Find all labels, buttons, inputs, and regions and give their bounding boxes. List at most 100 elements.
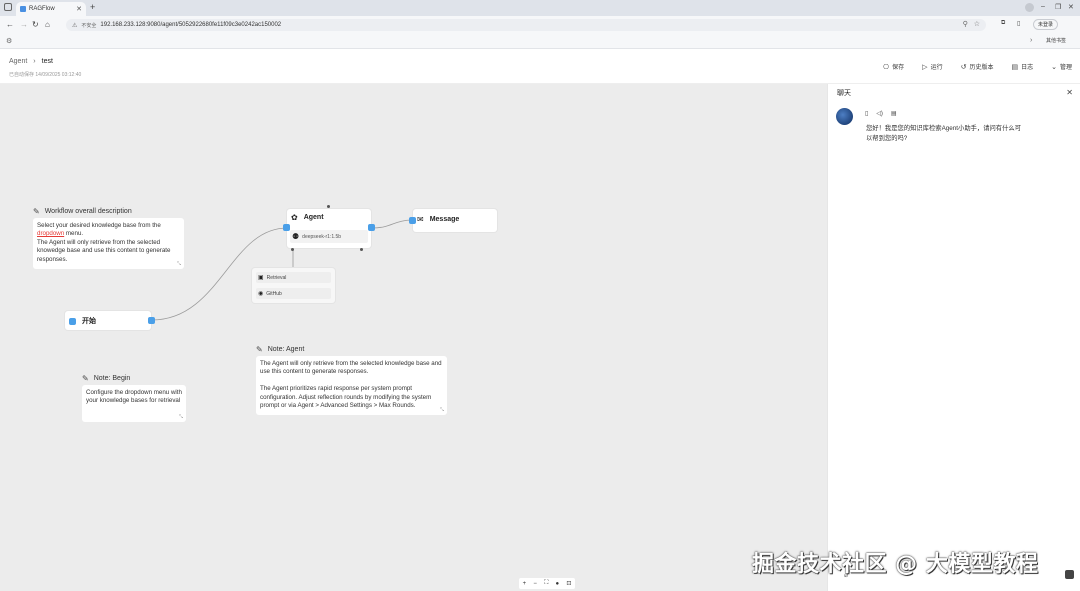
workflow-canvas[interactable]: ✎ Workflow overall description Select yo… xyxy=(0,84,827,591)
agent-node[interactable]: ✿ Agent ⚉ deepseek-r1:1.5b xyxy=(283,205,375,251)
autosave-status: 已自动保存 14/09/2025 03:12:40 xyxy=(9,72,82,78)
new-tab-button[interactable]: + xyxy=(90,2,95,12)
note-begin-title: Note: Begin xyxy=(93,374,131,382)
message-node-title: Message xyxy=(429,216,460,223)
minimize-icon[interactable]: – xyxy=(1041,3,1045,10)
close-icon[interactable]: ✕ xyxy=(1066,88,1073,97)
note-workflow-line1: Select your desired knowledge base from … xyxy=(37,222,161,229)
message-node[interactable]: ✉ Message xyxy=(409,209,497,232)
back-icon[interactable]: ← xyxy=(6,20,14,29)
chat-title: 聊天 xyxy=(837,90,851,97)
note-icon: ✎ xyxy=(82,373,89,383)
tool-retrieval[interactable]: ▣ Retrieval xyxy=(256,272,331,283)
model-icon: ⚉ xyxy=(292,232,300,241)
begin-icon xyxy=(69,317,76,325)
extensions-icon[interactable]: ⧉ xyxy=(1001,20,1005,27)
note-add-icon[interactable]: ⊡ xyxy=(566,580,571,587)
log-label: 日志 xyxy=(1021,65,1034,71)
note-agent-title: Note: Agent xyxy=(267,345,305,353)
bookmark-apps-icon[interactable]: ⚙ xyxy=(6,37,12,45)
window-close-icon[interactable]: ✕ xyxy=(1068,3,1074,11)
note-begin[interactable]: ✎ Note: Begin Configure the dropdown men… xyxy=(82,371,186,422)
sidebar-icon[interactable]: ▯ xyxy=(1017,20,1020,27)
send-button[interactable] xyxy=(1065,570,1074,579)
login-button[interactable]: 未登录 xyxy=(1033,19,1059,30)
document-icon[interactable]: ▤ xyxy=(891,110,897,117)
note-agent-p1: The Agent will only retrieve from the se… xyxy=(260,360,442,376)
edges-layer xyxy=(151,219,414,321)
begin-node-title: 开始 xyxy=(82,318,96,325)
tab-close-icon[interactable]: ✕ xyxy=(76,5,82,13)
note-begin-header: ✎ Note: Begin xyxy=(82,371,186,385)
url-field[interactable]: ⚠ 不安全 192.168.233.128:9080/agent/5052922… xyxy=(66,19,986,31)
copy-icon[interactable]: ▯ xyxy=(865,110,868,117)
agent-bottom-left-handle[interactable] xyxy=(291,248,294,251)
note-workflow[interactable]: ✎ Workflow overall description Select yo… xyxy=(33,204,184,269)
tool-retrieval-label: Retrieval xyxy=(266,274,287,281)
history-icon: ↺ xyxy=(960,63,967,71)
breadcrumb-agent[interactable]: Agent xyxy=(9,58,27,65)
agent-output-port[interactable] xyxy=(368,224,375,231)
other-bookmarks[interactable]: 其他书签 xyxy=(1046,37,1066,44)
begin-output-port[interactable] xyxy=(148,317,155,324)
zoom-out-icon[interactable]: − xyxy=(533,581,537,587)
breadcrumb-separator: › xyxy=(33,58,36,65)
url-text[interactable]: 192.168.233.128:9080/agent/5052922680fe1… xyxy=(100,22,281,28)
begin-node-header: 开始 xyxy=(69,316,96,326)
message-input-port[interactable] xyxy=(409,217,416,224)
tool-github-label: GitHub xyxy=(266,290,282,297)
run-button[interactable]: ▷ 运行 xyxy=(922,62,942,72)
save-button[interactable]: ⎔ 保存 xyxy=(883,62,904,72)
note-begin-body[interactable]: Configure the dropdown menu with your kn… xyxy=(82,385,186,422)
note-workflow-line1b: menu. xyxy=(64,230,84,238)
note-workflow-title: Workflow overall description xyxy=(44,207,132,215)
bookmark-star-icon[interactable]: ☆ xyxy=(974,20,980,28)
speaker-icon[interactable]: ◁) xyxy=(876,110,883,117)
begin-node[interactable]: 开始 xyxy=(65,311,155,330)
location-icon[interactable]: ⚲ xyxy=(963,20,968,28)
edge-agent-message xyxy=(371,219,414,229)
home-icon[interactable]: ⌂ xyxy=(45,20,50,29)
browser-tab[interactable]: RAGFlow ✕ xyxy=(16,2,86,16)
header-actions: ⎔ 保存 ▷ 运行 ↺ 历史版本 ▤ 日志 ⌄ 管理 xyxy=(883,62,1072,72)
message-icon: ✉ xyxy=(417,215,424,224)
history-button[interactable]: ↺ 历史版本 xyxy=(960,62,994,72)
agent-icon: ✿ xyxy=(291,213,298,222)
play-icon: ▷ xyxy=(922,63,928,71)
zoom-in-icon[interactable]: + xyxy=(523,581,527,587)
maximize-icon[interactable]: ❐ xyxy=(1055,3,1061,11)
note-workflow-body[interactable]: Select your desired knowledge base from … xyxy=(33,218,184,269)
lock-icon[interactable]: ● xyxy=(556,581,560,587)
note-workflow-line2: The Agent will only retrieve from the se… xyxy=(37,238,171,263)
resize-handle-icon[interactable]: ⤡ xyxy=(440,406,444,414)
browser-tab-bar: RAGFlow ✕ + – ❐ ✕ xyxy=(0,0,1080,16)
note-agent[interactable]: ✎ Note: Agent The Agent will only retrie… xyxy=(256,342,447,415)
note-begin-text: Configure the dropdown menu with your kn… xyxy=(86,389,182,405)
manage-label: 管理 xyxy=(1059,65,1072,71)
tab-actions-icon[interactable] xyxy=(4,3,12,11)
agent-input-port[interactable] xyxy=(283,224,290,231)
resize-handle-icon[interactable]: ⤡ xyxy=(179,413,183,421)
insecure-warning-icon[interactable]: ⚠ xyxy=(72,22,77,29)
note-agent-body[interactable]: The Agent will only retrieve from the se… xyxy=(256,356,447,415)
dropdown-word: dropdown xyxy=(37,230,65,238)
resize-handle-icon[interactable]: ⤡ xyxy=(177,260,181,268)
insecure-label: 不安全 xyxy=(81,22,97,29)
reload-icon[interactable]: ↻ xyxy=(32,20,39,29)
github-icon: ◉ xyxy=(258,291,264,297)
tool-github[interactable]: ◉ GitHub xyxy=(256,288,331,299)
agent-tools-group[interactable]: ▣ Retrieval ◉ GitHub xyxy=(252,268,335,303)
note-workflow-header: ✎ Workflow overall description xyxy=(33,204,184,218)
chat-panel: 聊天 ✕ ▯ ◁) ▤ 您好！我是您的知识库检索Agent小助手，请问有什么可以… xyxy=(827,84,1080,591)
retrieval-icon: ▣ xyxy=(258,275,264,281)
fit-view-icon[interactable]: ⛶ xyxy=(544,580,548,587)
agent-bottom-right-handle[interactable] xyxy=(360,248,363,251)
agent-node-title: Agent xyxy=(303,214,324,221)
forward-icon[interactable]: → xyxy=(20,20,28,29)
profile-avatar[interactable] xyxy=(1025,3,1034,12)
manage-button[interactable]: ⌄ 管理 xyxy=(1051,62,1072,72)
agent-top-handle[interactable] xyxy=(327,205,330,208)
bookmarks-overflow-icon[interactable]: › xyxy=(1030,37,1032,44)
agent-model-row[interactable]: ⚉ deepseek-r1:1.5b xyxy=(290,230,368,243)
log-button[interactable]: ▤ 日志 xyxy=(1011,62,1034,72)
